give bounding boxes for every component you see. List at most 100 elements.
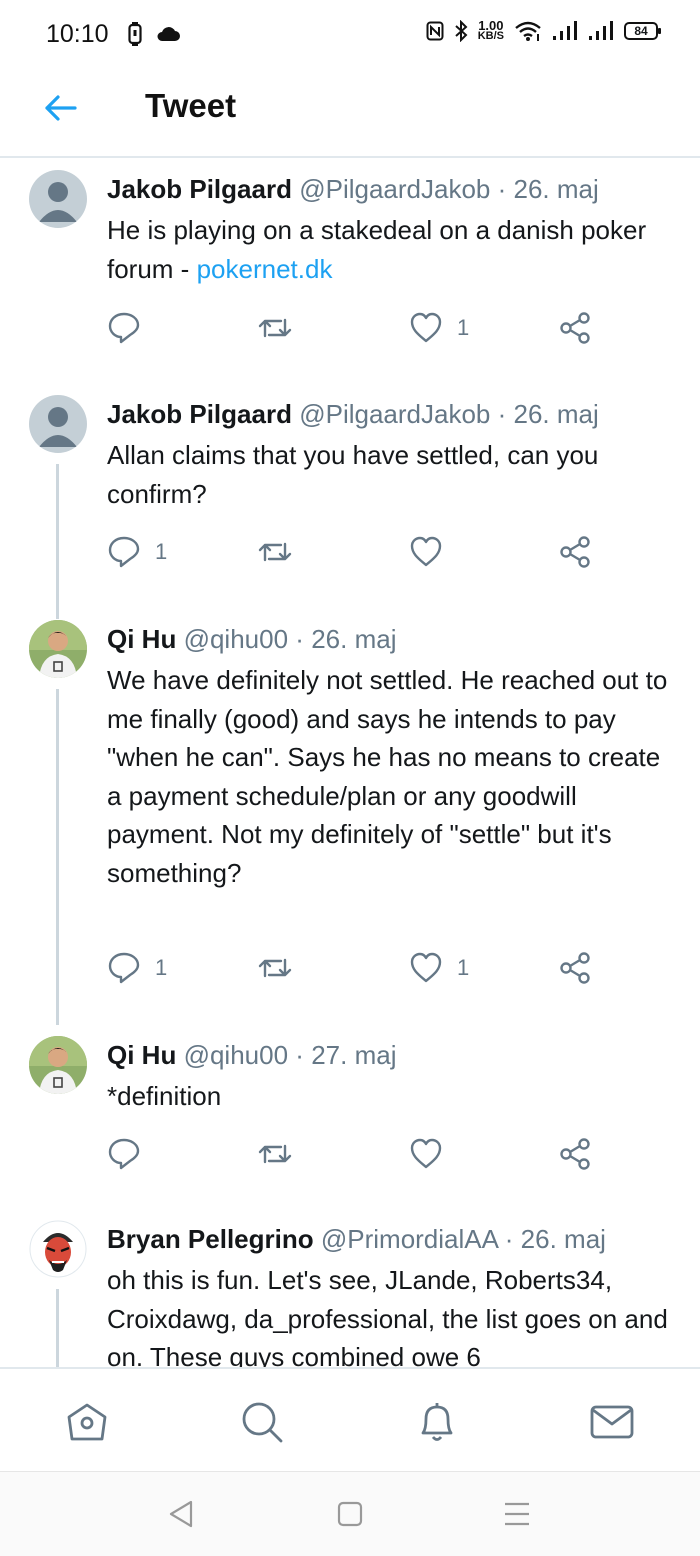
default-avatar-icon (29, 170, 87, 228)
cartoon-avatar-icon (29, 1220, 87, 1278)
header: Tweet (0, 70, 700, 158)
heart-icon (410, 312, 442, 343)
thread-connector (56, 608, 59, 619)
author-handle[interactable]: @qihu00 (184, 624, 288, 654)
tweet-thread[interactable]: Jakob Pilgaard @PilgaardJakob · 26. maj … (0, 160, 700, 1367)
share-button[interactable] (557, 948, 593, 988)
author-handle[interactable]: @PilgaardJakob (299, 174, 490, 204)
messages-icon (590, 1405, 634, 1439)
tab-notifications[interactable] (412, 1397, 462, 1447)
like-button[interactable] (409, 1134, 457, 1174)
reply-icon (108, 952, 140, 984)
share-button[interactable] (557, 308, 593, 348)
author-name[interactable]: Jakob Pilgaard (107, 399, 292, 429)
tweet-header: Jakob Pilgaard @PilgaardJakob · 26. maj (107, 397, 670, 431)
reply-button[interactable] (107, 1134, 155, 1174)
retweet-icon (258, 542, 292, 562)
signal-icon (553, 21, 577, 40)
tab-home[interactable] (62, 1397, 112, 1447)
share-button[interactable] (557, 532, 593, 572)
tweet-header: Bryan Pellegrino @PrimordialAA · 26. maj (107, 1222, 670, 1256)
status-left-icons (128, 22, 180, 46)
author-handle[interactable]: @PrimordialAA (321, 1224, 498, 1254)
share-icon (560, 312, 590, 344)
tweet[interactable]: Qi Hu @qihu00 · 27. maj *definition (0, 1025, 700, 1213)
tweet-header: Qi Hu @qihu00 · 27. maj (107, 1038, 670, 1072)
back-button[interactable] (40, 90, 80, 126)
reply-count: 1 (155, 539, 168, 564)
retweet-button[interactable] (257, 948, 307, 988)
author-handle[interactable]: @PilgaardJakob (299, 399, 490, 429)
author-name[interactable]: Qi Hu (107, 624, 176, 654)
avatar[interactable] (29, 170, 87, 228)
tweet-date[interactable]: 26. maj (514, 399, 599, 429)
avatar[interactable] (29, 1036, 87, 1094)
avatar[interactable] (29, 620, 87, 678)
bottom-tab-bar (0, 1367, 700, 1471)
photo-avatar-icon (29, 1036, 87, 1094)
notifications-icon (421, 1403, 453, 1441)
tab-messages[interactable] (587, 1397, 637, 1447)
page-title: Tweet (145, 87, 237, 124)
separator-dot: · (295, 1040, 304, 1070)
tweet-actions: 1 1 (107, 948, 607, 988)
photo-avatar-icon (29, 620, 87, 678)
like-button[interactable]: 1 (409, 308, 469, 348)
share-button[interactable] (557, 1134, 593, 1174)
tweet-content: Qi Hu @qihu00 · 27. maj *definition (107, 1038, 670, 1116)
thread-connector (56, 464, 59, 610)
separator-dot: · (295, 624, 304, 654)
arrow-left-icon (45, 95, 77, 121)
reply-button[interactable]: 1 (107, 948, 167, 988)
separator-dot: · (504, 1224, 514, 1254)
share-icon (560, 536, 590, 568)
tweet-link[interactable]: pokernet.dk (197, 254, 333, 284)
avatar[interactable] (29, 395, 87, 453)
retweet-button[interactable] (257, 532, 307, 572)
default-avatar-icon (29, 395, 87, 453)
author-name[interactable]: Jakob Pilgaard (107, 174, 292, 204)
heart-icon (410, 952, 442, 983)
tweet[interactable]: Bryan Pellegrino @PrimordialAA · 26. maj… (0, 1213, 700, 1367)
like-button[interactable] (409, 532, 457, 572)
tweet-text: Allan claims that you have settled, can … (107, 440, 599, 509)
tweet-text: We have definitely not settled. He reach… (107, 665, 668, 888)
tweet-content: Jakob Pilgaard @PilgaardJakob · 26. maj … (107, 172, 670, 288)
tweet[interactable]: Jakob Pilgaard @PilgaardJakob · 26. maj … (0, 160, 700, 370)
tab-search[interactable] (237, 1397, 287, 1447)
author-name[interactable]: Bryan Pellegrino (107, 1224, 314, 1254)
tweet-actions: 1 (107, 308, 607, 348)
tweet[interactable]: Qi Hu @qihu00 · 26. maj We have definite… (0, 608, 700, 1025)
reply-button[interactable] (107, 308, 155, 348)
nav-back-button[interactable] (163, 1498, 199, 1530)
like-button[interactable]: 1 (409, 948, 469, 988)
retweet-icon (258, 318, 292, 338)
author-name[interactable]: Qi Hu (107, 1040, 176, 1070)
retweet-button[interactable] (257, 308, 307, 348)
tweet-date[interactable]: 26. maj (521, 1224, 606, 1254)
status-time: 10:10 (46, 20, 109, 48)
tweet-actions (107, 1134, 607, 1174)
heart-icon (410, 1138, 442, 1169)
avatar[interactable] (29, 1220, 87, 1278)
author-handle[interactable]: @qihu00 (184, 1040, 288, 1070)
tweet-date[interactable]: 26. maj (514, 174, 599, 204)
share-icon (560, 952, 590, 984)
tweet-content: Bryan Pellegrino @PrimordialAA · 26. maj… (107, 1222, 670, 1367)
reply-icon (108, 1138, 140, 1170)
retweet-button[interactable] (257, 1134, 307, 1174)
tweet-header: Qi Hu @qihu00 · 26. maj (107, 622, 670, 656)
nav-home-button[interactable] (332, 1498, 368, 1530)
tweet-date[interactable]: 26. maj (311, 624, 396, 654)
tweet-date[interactable]: 27. maj (311, 1040, 396, 1070)
speed-unit: KB/S (477, 30, 504, 42)
thread-connector (56, 689, 59, 1025)
nav-menu-button[interactable] (499, 1498, 535, 1530)
reply-button[interactable]: 1 (107, 532, 167, 572)
nav-home-icon (337, 1501, 363, 1527)
nav-menu-icon (505, 1502, 529, 1526)
nav-back-icon (169, 1500, 193, 1528)
tweet[interactable]: Jakob Pilgaard @PilgaardJakob · 26. maj … (0, 384, 700, 610)
reply-icon (108, 536, 140, 568)
search-icon (242, 1402, 283, 1443)
